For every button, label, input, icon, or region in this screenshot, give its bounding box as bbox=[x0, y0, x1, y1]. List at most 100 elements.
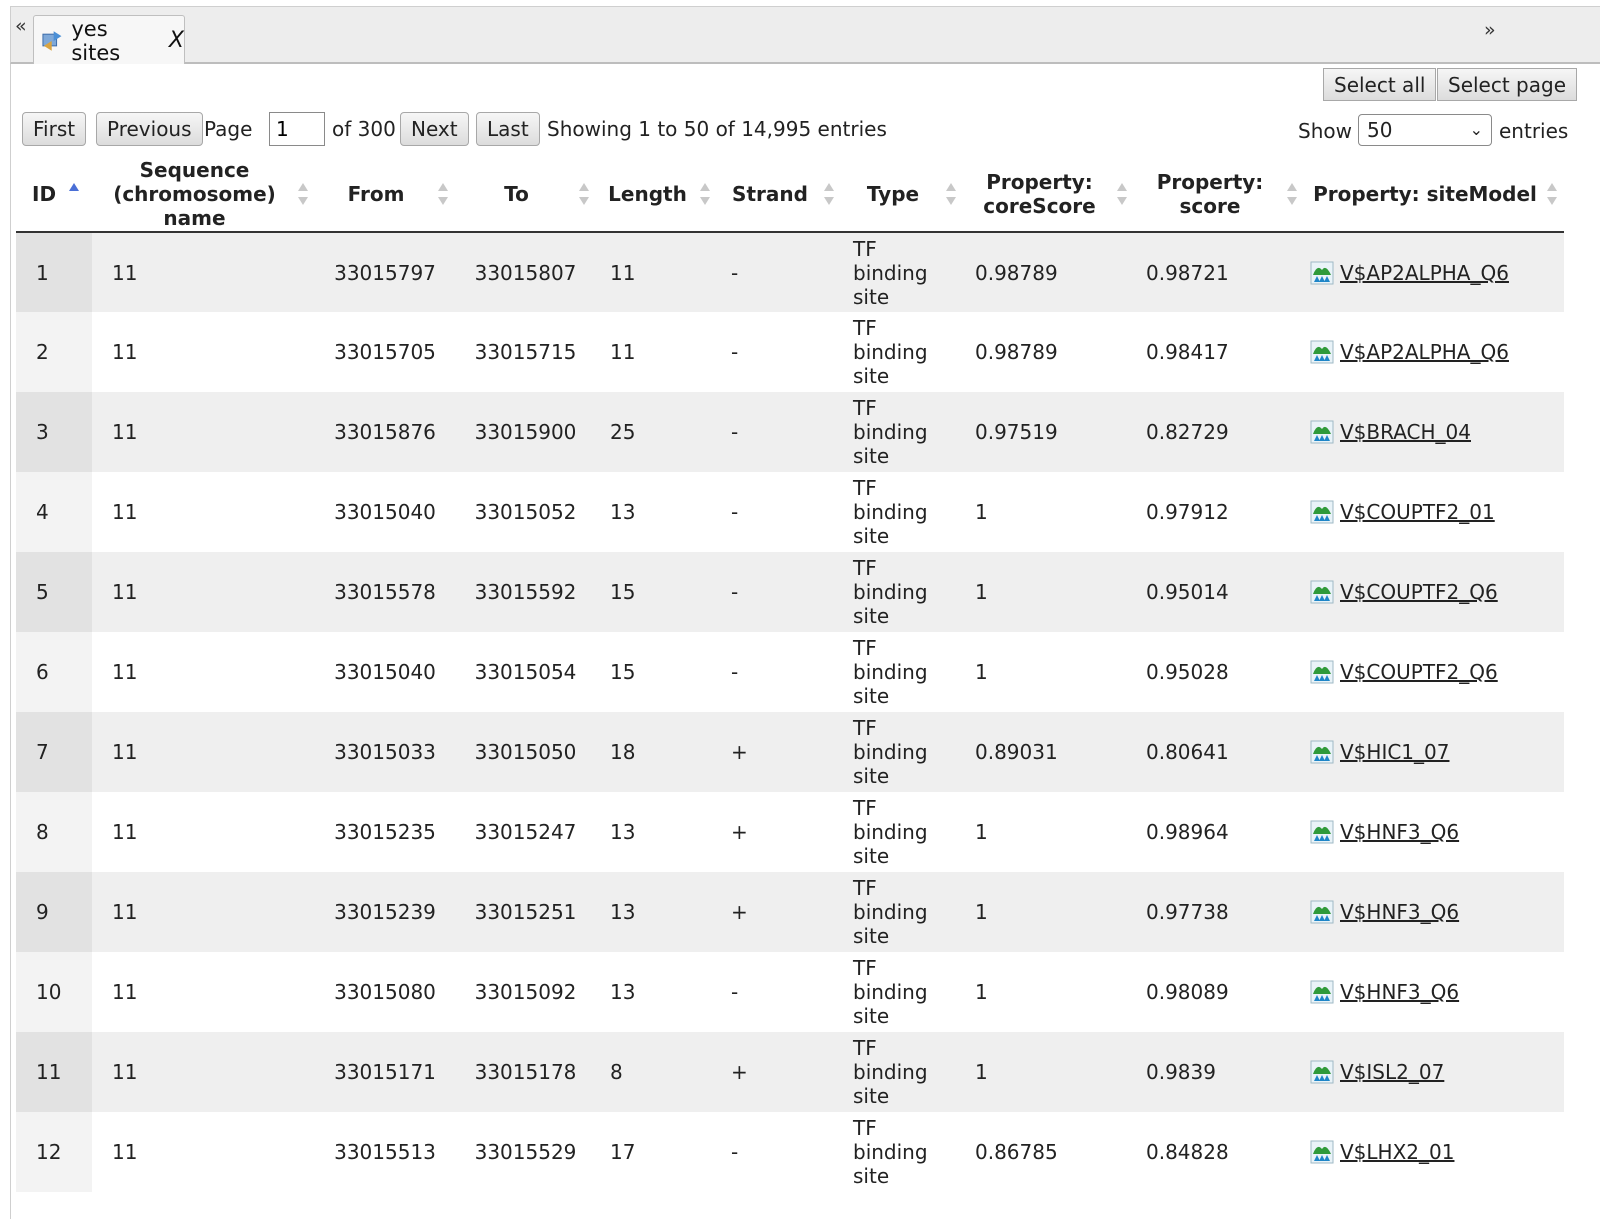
site-model-link[interactable]: V$HNF3_Q6 bbox=[1340, 980, 1459, 1004]
cell-core-score: 0.97519 bbox=[963, 392, 1134, 472]
page-label: Page bbox=[204, 117, 253, 141]
site-model-link[interactable]: V$COUPTF2_Q6 bbox=[1340, 580, 1498, 604]
site-model-link[interactable]: V$HNF3_Q6 bbox=[1340, 900, 1459, 924]
tab-yes-sites[interactable]: yes sites X bbox=[33, 15, 185, 65]
cell-score: 0.98964 bbox=[1134, 792, 1304, 872]
cell-score: 0.97738 bbox=[1134, 872, 1304, 952]
table-row[interactable]: 5 11 33015578 33015592 15- TF binding site 1 0.… bbox=[16, 552, 1564, 632]
cell-sequence: 11 bbox=[92, 952, 315, 1032]
cell-sequence: 11 bbox=[92, 872, 315, 952]
table-row[interactable]: 3 11 33015876 33015900 25- TF binding site 0.9… bbox=[16, 392, 1564, 472]
cell-to: 33015054 bbox=[455, 632, 596, 712]
cell-strand: - bbox=[717, 952, 841, 1032]
cell-length: 25 bbox=[596, 392, 717, 472]
column-header-7[interactable]: Property: coreScore bbox=[963, 156, 1134, 233]
collapse-right-icon[interactable]: » bbox=[1484, 21, 1496, 40]
column-header-9[interactable]: Property: siteModel bbox=[1304, 156, 1564, 233]
matrix-logo-icon bbox=[1310, 1140, 1334, 1164]
table-row[interactable]: 9 11 33015239 33015251 13 + TF binding site 1 0.… bbox=[16, 872, 1564, 952]
column-header-5[interactable]: Strand bbox=[717, 156, 841, 233]
cell-to: 33015592 bbox=[455, 552, 596, 632]
cell-strand: + bbox=[717, 792, 841, 872]
column-header-1[interactable]: Sequence (chromosome) name bbox=[92, 156, 315, 233]
content-frame: Select all Select page First Previous Pa… bbox=[10, 64, 1600, 1219]
column-header-label: Property: score bbox=[1156, 169, 1264, 218]
site-model-cell: V$LHX2_01 bbox=[1310, 1140, 1558, 1164]
cell-type: TF binding site bbox=[841, 1032, 963, 1112]
site-model-link[interactable]: V$COUPTF2_Q6 bbox=[1340, 660, 1498, 684]
column-header-6[interactable]: Type bbox=[841, 156, 963, 233]
site-model-link[interactable]: V$HNF3_Q6 bbox=[1340, 820, 1459, 844]
cell-id: 10 bbox=[16, 952, 92, 1032]
matrix-logo-icon bbox=[1310, 660, 1334, 684]
table-row[interactable]: 2 11 33015705 33015715 11- TF binding site 0.9… bbox=[16, 312, 1564, 392]
cell-length: 18 bbox=[596, 712, 717, 792]
table-row[interactable]: 12 11 33015513 33015529 17- TF binding site 0.… bbox=[16, 1112, 1564, 1192]
cell-strand: - bbox=[717, 312, 841, 392]
column-header-4[interactable]: Length bbox=[596, 156, 717, 233]
site-model-link[interactable]: V$AP2ALPHA_Q6 bbox=[1340, 340, 1509, 364]
table-row[interactable]: 7 11 33015033 33015050 18 + TF binding site 0.8… bbox=[16, 712, 1564, 792]
cell-from: 33015033 bbox=[315, 712, 455, 792]
column-header-8[interactable]: Property: score bbox=[1134, 156, 1304, 233]
cell-to: 33015050 bbox=[455, 712, 596, 792]
cell-strand: - bbox=[717, 392, 841, 472]
table-row[interactable]: 8 11 33015235 33015247 13 + TF binding site 1 0.… bbox=[16, 792, 1564, 872]
cell-score: 0.97912 bbox=[1134, 472, 1304, 552]
cell-to: 33015900 bbox=[455, 392, 596, 472]
cell-score: 0.98721 bbox=[1134, 232, 1304, 312]
entries-label: entries bbox=[1499, 119, 1569, 143]
table-row[interactable]: 6 11 33015040 33015054 15- TF binding site 1 0.… bbox=[16, 632, 1564, 712]
cell-type: TF binding site bbox=[841, 792, 963, 872]
site-model-link[interactable]: V$HIC1_07 bbox=[1340, 740, 1449, 764]
site-model-link[interactable]: V$ISL2_07 bbox=[1340, 1060, 1444, 1084]
previous-page-button[interactable]: Previous bbox=[96, 112, 203, 146]
site-model-cell: V$AP2ALPHA_Q6 bbox=[1310, 340, 1558, 364]
cell-id: 6 bbox=[16, 632, 92, 712]
table-row[interactable]: 4 11 33015040 33015052 13- TF binding site 1 0.… bbox=[16, 472, 1564, 552]
page-size-select[interactable]: 50 ⌄ bbox=[1358, 114, 1492, 146]
column-header-label: ID bbox=[32, 181, 57, 206]
table-row[interactable]: 10 11 33015080 33015092 13- TF binding site 1 0… bbox=[16, 952, 1564, 1032]
page-number-input[interactable] bbox=[269, 112, 325, 146]
first-page-button[interactable]: First bbox=[22, 112, 87, 146]
cell-length: 15 bbox=[596, 632, 717, 712]
next-page-button[interactable]: Next bbox=[400, 112, 469, 146]
tab-close-icon[interactable]: X bbox=[169, 28, 184, 53]
cell-strand: - bbox=[717, 1112, 841, 1192]
column-header-3[interactable]: To bbox=[455, 156, 596, 233]
cell-sequence: 11 bbox=[92, 392, 315, 472]
cell-strand: - bbox=[717, 552, 841, 632]
matrix-logo-icon bbox=[1310, 420, 1334, 444]
cell-core-score: 1 bbox=[963, 1032, 1134, 1112]
cell-from: 33015578 bbox=[315, 552, 455, 632]
cell-site-model: V$ISL2_07 bbox=[1304, 1032, 1564, 1112]
site-model-cell: V$HIC1_07 bbox=[1310, 740, 1558, 764]
cell-site-model: V$LHX2_01 bbox=[1304, 1112, 1564, 1192]
cell-to: 33015251 bbox=[455, 872, 596, 952]
select-page-button[interactable]: Select page bbox=[1437, 68, 1578, 101]
table-row[interactable]: 11 11 33015171 33015178 8 + TF binding site 1 0.… bbox=[16, 1032, 1564, 1112]
cell-site-model: V$BRACH_04 bbox=[1304, 392, 1564, 472]
cell-site-model: V$AP2ALPHA_Q6 bbox=[1304, 312, 1564, 392]
cell-site-model: V$HNF3_Q6 bbox=[1304, 792, 1564, 872]
cell-site-model: V$HNF3_Q6 bbox=[1304, 872, 1564, 952]
cell-to: 33015715 bbox=[455, 312, 596, 392]
site-model-link[interactable]: V$LHX2_01 bbox=[1340, 1140, 1454, 1164]
site-model-link[interactable]: V$BRACH_04 bbox=[1340, 420, 1471, 444]
column-header-0[interactable]: ID bbox=[16, 156, 92, 233]
site-model-cell: V$AP2ALPHA_Q6 bbox=[1310, 261, 1558, 285]
site-model-link[interactable]: V$AP2ALPHA_Q6 bbox=[1340, 261, 1509, 285]
last-page-button[interactable]: Last bbox=[476, 112, 540, 146]
collapse-left-icon[interactable]: « bbox=[15, 17, 27, 36]
matrix-logo-icon bbox=[1310, 261, 1334, 284]
sort-arrows-icon bbox=[1287, 182, 1297, 205]
table-row[interactable]: 1 11 33015797 33015807 11- TF binding site 0.9… bbox=[16, 232, 1564, 312]
column-header-2[interactable]: From bbox=[315, 156, 455, 233]
cell-strand: + bbox=[717, 1032, 841, 1112]
site-model-link[interactable]: V$COUPTF2_01 bbox=[1340, 500, 1495, 524]
select-all-button[interactable]: Select all bbox=[1323, 68, 1437, 101]
cell-id: 9 bbox=[16, 872, 92, 952]
cell-length: 13 bbox=[596, 872, 717, 952]
cell-from: 33015235 bbox=[315, 792, 455, 872]
